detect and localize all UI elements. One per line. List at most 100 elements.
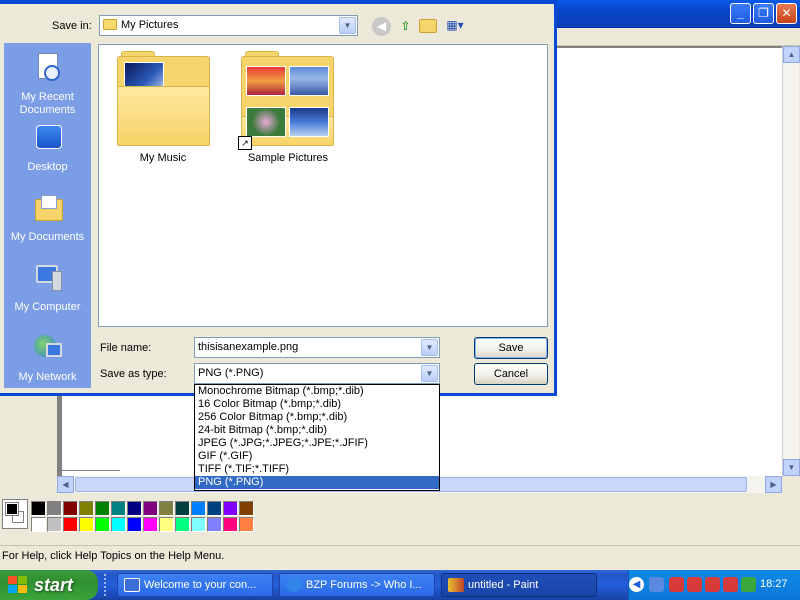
my-network-icon <box>32 333 64 363</box>
flowers-thumbnail <box>246 107 286 137</box>
color-palette <box>31 501 255 533</box>
palette-swatch[interactable] <box>127 501 142 516</box>
chevron-down-icon[interactable]: ▼ <box>421 365 438 382</box>
network-disconnected-icon[interactable] <box>705 577 720 592</box>
network-disconnected-icon[interactable] <box>687 577 702 592</box>
save-as-type-select[interactable]: PNG (*.PNG) ▼ <box>194 363 440 384</box>
scroll-left-arrow-icon[interactable]: ◀ <box>57 476 74 493</box>
file-type-option[interactable]: PNG (*.PNG) <box>195 476 439 489</box>
start-button[interactable]: start <box>0 570 98 600</box>
place-label: Desktop <box>27 161 68 173</box>
folder-icon <box>103 19 117 30</box>
network-connection-icon[interactable] <box>649 577 664 592</box>
palette-swatch[interactable] <box>143 517 158 532</box>
file-type-option[interactable]: 256 Color Bitmap (*.bmp;*.dib) <box>195 411 439 424</box>
file-type-option[interactable]: 16 Color Bitmap (*.bmp;*.dib) <box>195 398 439 411</box>
cancel-button[interactable]: Cancel <box>474 363 548 385</box>
folder-sample-pictures[interactable]: ↗ <box>238 51 336 151</box>
save-button[interactable]: Save <box>474 337 548 359</box>
file-type-option[interactable]: 24-bit Bitmap (*.bmp;*.dib) <box>195 424 439 437</box>
file-type-option[interactable]: JPEG (*.JPG;*.JPEG;*.JPE;*.JFIF) <box>195 437 439 450</box>
places-bar: My Recent Documents Desktop My Documents… <box>4 43 91 388</box>
palette-swatch[interactable] <box>79 501 94 516</box>
palette-swatch[interactable] <box>79 517 94 532</box>
folder-label: Sample Pictures <box>247 152 329 164</box>
palette-swatch[interactable] <box>111 517 126 532</box>
current-colors[interactable] <box>2 499 28 529</box>
task-paint[interactable]: untitled - Paint <box>441 573 597 597</box>
color-box <box>0 493 800 545</box>
recent-documents-icon <box>32 53 64 83</box>
scroll-down-arrow-icon[interactable]: ▼ <box>783 459 800 476</box>
palette-swatch[interactable] <box>31 517 46 532</box>
up-folder-icon[interactable]: ⇧ <box>396 17 415 36</box>
palette-swatch[interactable] <box>95 517 110 532</box>
palette-swatch[interactable] <box>239 501 254 516</box>
chevron-down-icon[interactable]: ▼ <box>421 339 438 356</box>
palette-swatch[interactable] <box>127 517 142 532</box>
palette-swatch[interactable] <box>47 517 62 532</box>
palette-swatch[interactable] <box>207 517 222 532</box>
palette-swatch[interactable] <box>63 517 78 532</box>
task-welcome[interactable]: Welcome to your con... <box>117 573 273 597</box>
new-folder-icon[interactable] <box>419 19 437 33</box>
windows-logo-icon <box>8 576 28 594</box>
maximize-button[interactable]: ❐ <box>753 3 774 24</box>
safely-remove-hardware-icon[interactable] <box>741 577 756 592</box>
task-bzp-forums[interactable]: BZP Forums -> Who I... <box>279 573 435 597</box>
palette-swatch[interactable] <box>143 501 158 516</box>
back-icon[interactable]: ◀ <box>372 17 391 36</box>
save-as-type-value: PNG (*.PNG) <box>198 367 264 379</box>
save-in-label: Save in: <box>52 20 92 32</box>
palette-swatch[interactable] <box>159 501 174 516</box>
place-my-documents[interactable]: My Documents <box>4 191 91 261</box>
palette-swatch[interactable] <box>95 501 110 516</box>
task-label: untitled - Paint <box>468 579 539 591</box>
palette-swatch[interactable] <box>175 517 190 532</box>
palette-swatch[interactable] <box>159 517 174 532</box>
palette-swatch[interactable] <box>31 501 46 516</box>
file-type-option[interactable]: Monochrome Bitmap (*.bmp;*.dib) <box>195 385 439 398</box>
palette-swatch[interactable] <box>47 501 62 516</box>
save-in-value: My Pictures <box>121 19 179 31</box>
desktop-icon <box>32 123 64 153</box>
place-desktop[interactable]: Desktop <box>4 121 91 191</box>
sunset-thumbnail <box>246 66 286 96</box>
palette-swatch[interactable] <box>207 501 222 516</box>
palette-swatch[interactable] <box>223 517 238 532</box>
file-type-option[interactable]: TIFF (*.TIF;*.TIFF) <box>195 463 439 476</box>
foreground-color <box>5 502 19 516</box>
tray-expand-icon[interactable]: ◀ <box>629 577 644 592</box>
scroll-right-arrow-icon[interactable]: ▶ <box>765 476 782 493</box>
my-computer-icon <box>32 263 64 293</box>
folder-my-music[interactable] <box>117 51 212 151</box>
palette-swatch[interactable] <box>239 517 254 532</box>
palette-swatch[interactable] <box>111 501 126 516</box>
palette-swatch[interactable] <box>223 501 238 516</box>
file-list[interactable]: My Music ↗ Sample Pictures <box>98 44 548 327</box>
place-label: My Recent Documents <box>19 91 76 116</box>
palette-swatch[interactable] <box>175 501 190 516</box>
minimize-button[interactable]: _ <box>730 3 751 24</box>
save-as-type-label: Save as type: <box>100 368 167 380</box>
file-name-input[interactable]: thisisanexample.png ▼ <box>194 337 440 358</box>
paint-canvas[interactable] <box>555 48 785 476</box>
place-my-computer[interactable]: My Computer <box>4 261 91 331</box>
close-button[interactable]: ✕ <box>776 3 797 24</box>
network-disconnected-icon[interactable] <box>723 577 738 592</box>
place-my-network[interactable]: My Network <box>4 331 91 401</box>
network-disconnected-icon[interactable] <box>669 577 684 592</box>
paint-menubar <box>555 28 800 46</box>
paint-titlebar: _ ❐ ✕ <box>555 0 800 28</box>
views-menu-icon[interactable]: ▦▾ <box>444 18 466 34</box>
vertical-scrollbar[interactable]: ▲ ▼ <box>782 46 800 476</box>
save-in-combo[interactable]: My Pictures ▼ <box>99 15 358 36</box>
chevron-down-icon[interactable]: ▼ <box>339 17 356 34</box>
palette-swatch[interactable] <box>63 501 78 516</box>
file-type-option[interactable]: GIF (*.GIF) <box>195 450 439 463</box>
place-recent-documents[interactable]: My Recent Documents <box>4 51 91 121</box>
dialog-titlebar-edge <box>0 0 555 4</box>
scroll-up-arrow-icon[interactable]: ▲ <box>783 46 800 63</box>
palette-swatch[interactable] <box>191 517 206 532</box>
palette-swatch[interactable] <box>191 501 206 516</box>
